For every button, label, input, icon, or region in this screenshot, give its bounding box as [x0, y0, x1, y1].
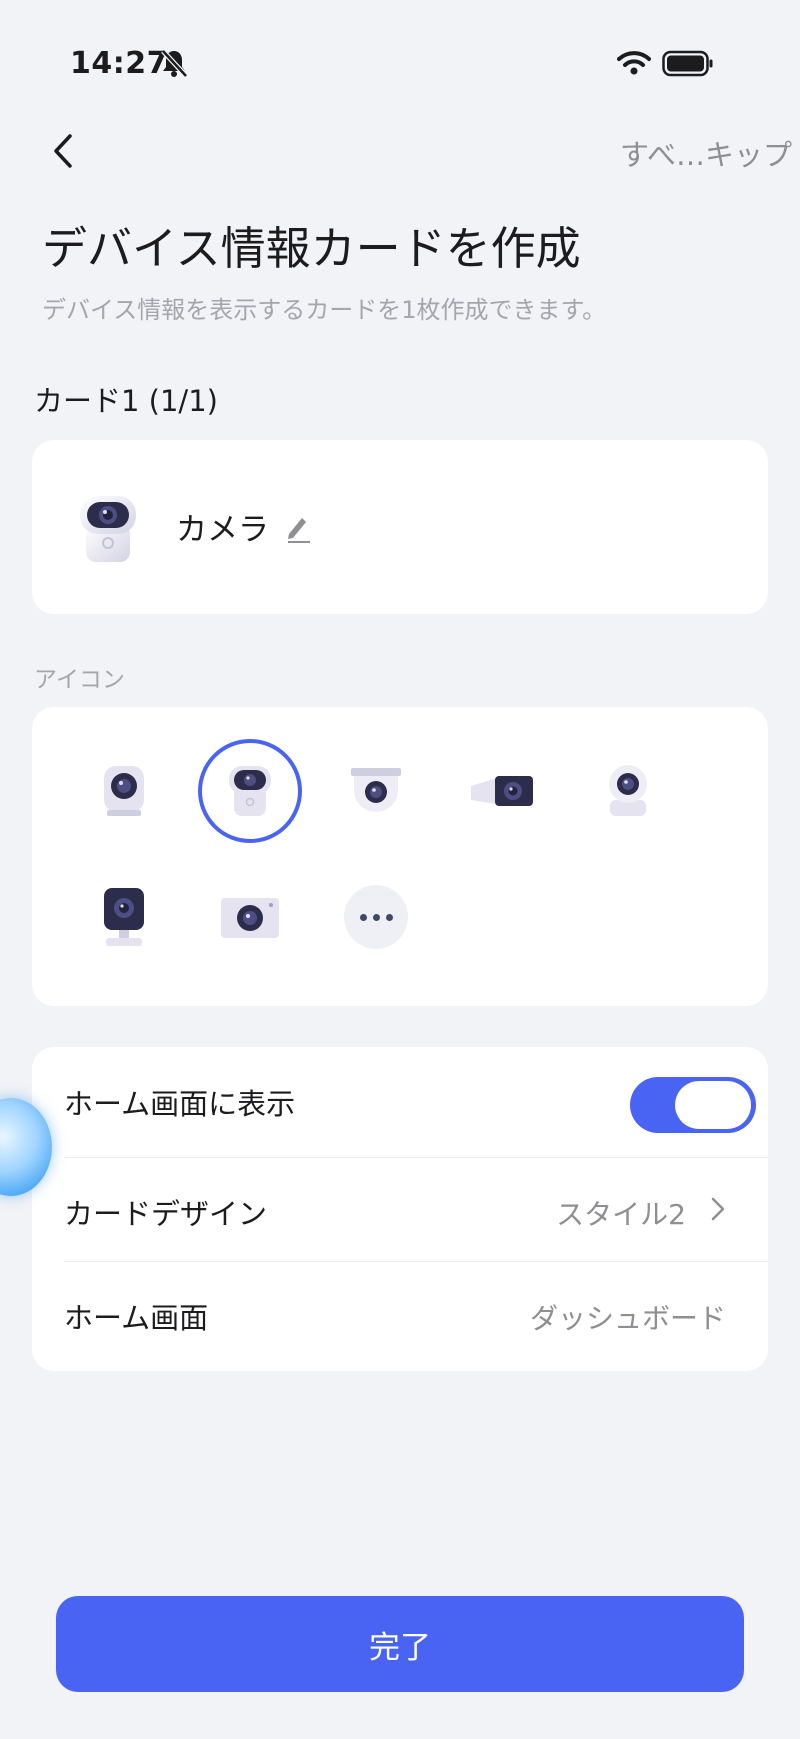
icon-grid: [32, 707, 768, 1006]
page-subtitle: デバイス情報を表示するカードを1枚作成できます。: [42, 296, 607, 324]
battery-icon: [662, 50, 713, 77]
card-design-value: スタイル2: [556, 1198, 686, 1231]
done-button[interactable]: 完了: [56, 1596, 744, 1692]
cube-camera-icon: [104, 766, 144, 816]
camera-robot-icon: [80, 496, 136, 562]
icon-option-more[interactable]: [326, 867, 426, 967]
device-name: カメラ: [176, 512, 269, 548]
show-on-home-toggle[interactable]: [630, 1077, 756, 1133]
toggle-knob: [675, 1081, 751, 1129]
home-screen-row[interactable]: ホーム画面 ダッシュボード: [32, 1261, 768, 1365]
card-settings: ホーム画面に表示 カードデザイン スタイル2 ホーム画面 ダッシュボード: [32, 1047, 768, 1371]
icon-option-cube-camera[interactable]: [74, 741, 174, 841]
bell-slash-icon: [161, 49, 188, 78]
dome-camera-icon: [351, 768, 401, 812]
home-screen-label: ホーム画面: [64, 1301, 209, 1335]
status-time: 14:27: [70, 46, 168, 81]
card-count-label: カード1 (1/1): [34, 384, 218, 418]
stand-camera-icon: [104, 888, 144, 946]
show-on-home-row: ホーム画面に表示: [32, 1047, 768, 1151]
icon-option-bullet-camera[interactable]: [452, 741, 552, 841]
chevron-left-icon[interactable]: [44, 128, 84, 174]
show-on-home-label: ホーム画面に表示: [64, 1087, 296, 1121]
icon-option-robot-camera[interactable]: [198, 739, 302, 843]
box-camera-icon: [221, 898, 279, 938]
selected-ring: [198, 739, 302, 843]
skip-all-button[interactable]: すべ…キップ: [620, 132, 792, 174]
icon-option-box-camera[interactable]: [200, 867, 300, 967]
icon-option-stand-camera[interactable]: [74, 867, 174, 967]
card-design-label: カードデザイン: [64, 1197, 268, 1231]
icon-section-label: アイコン: [34, 667, 125, 693]
more-icon: [344, 885, 408, 949]
device-card-preview: カメラ: [32, 440, 768, 614]
card-design-row[interactable]: カードデザイン スタイル2: [32, 1157, 768, 1261]
ptz-camera-icon: [609, 765, 647, 816]
wifi-icon: [617, 51, 651, 75]
page-title: デバイス情報カードを作成: [42, 222, 581, 275]
icon-option-dome-camera[interactable]: [326, 741, 426, 841]
pencil-icon[interactable]: [282, 510, 312, 544]
chevron-right-icon: [711, 1197, 725, 1221]
home-screen-value: ダッシュボード: [529, 1302, 726, 1335]
bullet-camera-icon: [471, 776, 533, 806]
icon-option-ptz-camera[interactable]: [578, 741, 678, 841]
